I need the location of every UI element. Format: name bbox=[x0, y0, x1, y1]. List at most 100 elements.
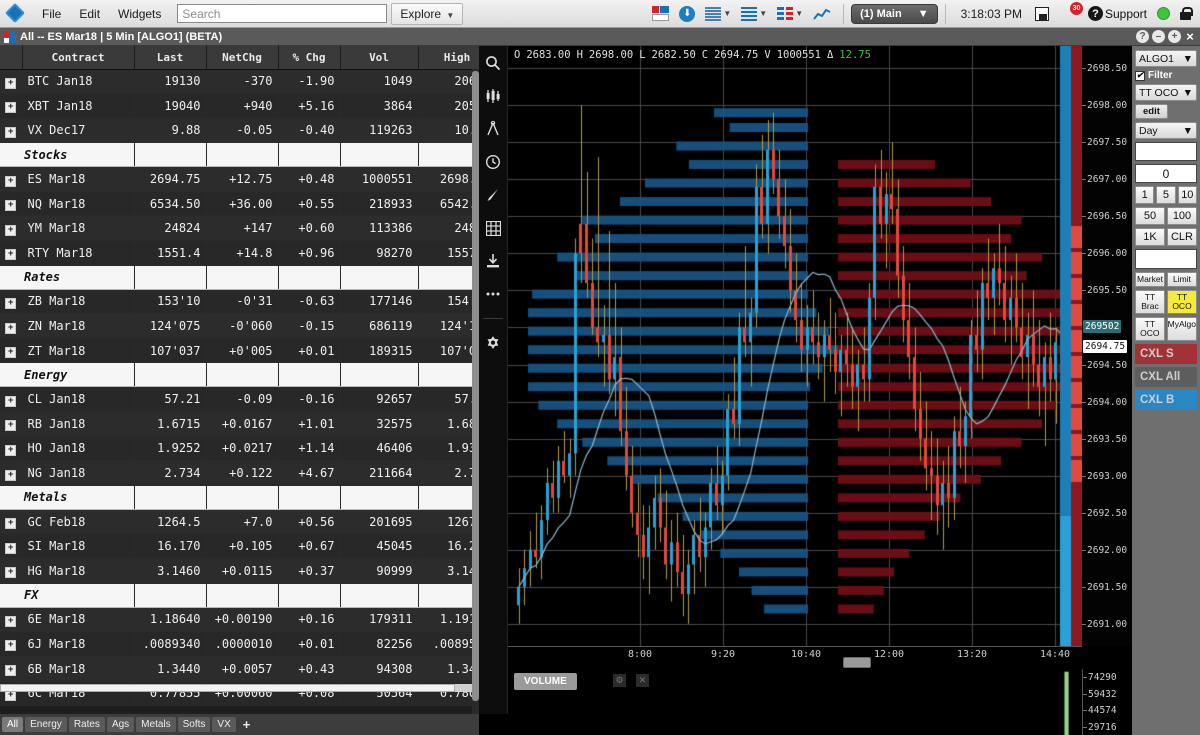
add-grid-tab-button[interactable]: + bbox=[238, 715, 256, 734]
menu-widgets[interactable]: Widgets bbox=[109, 3, 170, 25]
qty-clear-button[interactable]: CLR bbox=[1167, 228, 1197, 246]
grid-tab-all[interactable]: All bbox=[2, 717, 24, 732]
expand-icon[interactable]: + bbox=[5, 175, 17, 187]
edit-button[interactable]: edit bbox=[1135, 104, 1168, 119]
expand-cell[interactable]: + bbox=[0, 118, 23, 144]
expand-cell[interactable]: + bbox=[0, 338, 23, 364]
expand-cell[interactable]: + bbox=[0, 558, 23, 584]
price-axis[interactable]: 2698.50 2698.00 2697.50 2697.00 2696.50 2696.… bbox=[1081, 46, 1132, 646]
window-help-button[interactable]: ? bbox=[1136, 30, 1149, 43]
table-row[interactable]: +RTY Mar181551.4+14.8+0.96982701557.0153… bbox=[0, 240, 479, 266]
order-type-select[interactable]: TT OCO ▼ bbox=[1135, 84, 1197, 101]
expand-icon[interactable]: + bbox=[5, 567, 17, 579]
mail-icon[interactable]: 30 bbox=[1059, 1, 1083, 21]
market-button[interactable]: Market bbox=[1135, 272, 1165, 287]
layout-window-icon[interactable] bbox=[652, 6, 670, 21]
qty-button-5[interactable]: 5 bbox=[1156, 186, 1176, 204]
download-circle-icon[interactable]: ⬇ bbox=[679, 5, 696, 22]
market-grid-icon[interactable]: ▼ bbox=[705, 6, 731, 21]
col-header-netchg[interactable]: NetChg bbox=[206, 46, 279, 70]
grid-tab-metals[interactable]: Metals bbox=[136, 717, 176, 732]
expand-cell[interactable]: + bbox=[0, 166, 23, 192]
grid-horizontal-scrollbar[interactable] bbox=[0, 684, 472, 692]
menu-edit[interactable]: Edit bbox=[70, 3, 109, 25]
volume-pane[interactable]: VOLUME ⚙ ✕ bbox=[508, 669, 1082, 735]
expand-icon[interactable]: + bbox=[5, 102, 17, 114]
cancel-all-button[interactable]: CXL All bbox=[1135, 366, 1197, 387]
chart-icon[interactable] bbox=[813, 7, 831, 21]
expand-cell[interactable]: + bbox=[0, 436, 23, 462]
expand-icon[interactable]: + bbox=[5, 297, 17, 309]
price-input[interactable] bbox=[1135, 142, 1197, 161]
expand-icon[interactable]: + bbox=[5, 518, 17, 530]
grid-tab-ags[interactable]: Ags bbox=[106, 717, 135, 732]
filter-checkbox[interactable]: ✔ Filter bbox=[1135, 70, 1197, 81]
quantity-display[interactable]: 0 bbox=[1135, 164, 1197, 183]
grid-tab-rates[interactable]: Rates bbox=[68, 717, 105, 732]
expand-icon[interactable]: + bbox=[5, 665, 17, 677]
volume-study-label[interactable]: VOLUME bbox=[514, 673, 577, 690]
explore-button[interactable]: Explore ▼ bbox=[391, 2, 464, 25]
expand-icon[interactable]: + bbox=[5, 249, 17, 261]
expand-icon[interactable]: + bbox=[5, 322, 17, 334]
table-row[interactable]: +6B Mar181.3440+0.0057+0.43943081.34791.… bbox=[0, 656, 479, 682]
table-row[interactable]: +YM Mar1824824+147+0.601133862489624693 bbox=[0, 215, 479, 242]
col-header--chg[interactable]: % Chg bbox=[278, 46, 341, 70]
expand-cell[interactable]: + bbox=[0, 509, 23, 535]
grid-tab-softs[interactable]: Softs bbox=[177, 717, 211, 732]
time-scroll-handle[interactable] bbox=[843, 657, 871, 668]
col-header-vol[interactable]: Vol bbox=[340, 46, 419, 70]
expand-cell[interactable]: + bbox=[0, 411, 23, 437]
col-header-high[interactable]: High bbox=[418, 46, 479, 70]
expand-icon[interactable]: + bbox=[5, 420, 17, 432]
expand-icon[interactable]: + bbox=[5, 640, 17, 652]
expand-cell[interactable]: + bbox=[0, 313, 23, 339]
clock-icon[interactable] bbox=[484, 153, 502, 171]
expand-cell[interactable]: + bbox=[0, 631, 23, 657]
window-maximize-button[interactable]: + bbox=[1168, 30, 1181, 43]
tt-brac-button[interactable]: TT Brac bbox=[1135, 289, 1165, 314]
table-row[interactable]: +HO Jan181.9252+0.0217+1.14464061.93951.… bbox=[0, 436, 479, 462]
candlestick-icon[interactable] bbox=[484, 87, 502, 105]
expand-icon[interactable]: + bbox=[5, 542, 17, 554]
qty-button-1k[interactable]: 1K bbox=[1135, 228, 1165, 246]
expand-icon[interactable]: + bbox=[5, 224, 17, 236]
expand-icon[interactable]: + bbox=[5, 347, 17, 359]
secondary-price-input[interactable] bbox=[1135, 249, 1197, 269]
tif-select[interactable]: Day ▼ bbox=[1135, 122, 1197, 139]
grid-vertical-scrollbar[interactable] bbox=[472, 69, 479, 714]
qty-button-10[interactable]: 10 bbox=[1177, 186, 1197, 204]
table-row[interactable]: + ES Mar182694.75+12.75+0.4810005512698.0… bbox=[0, 166, 479, 192]
expand-cell[interactable]: + bbox=[0, 93, 23, 119]
download-icon[interactable] bbox=[484, 252, 502, 270]
price-canvas[interactable] bbox=[508, 46, 1082, 646]
expand-icon[interactable]: + bbox=[5, 395, 17, 407]
qty-button-50[interactable]: 50 bbox=[1135, 207, 1165, 225]
expand-cell[interactable]: + bbox=[0, 215, 23, 242]
expand-cell[interactable]: + bbox=[0, 240, 23, 266]
expand-icon[interactable]: + bbox=[5, 444, 17, 456]
ladder-icon[interactable]: ▼ bbox=[777, 6, 803, 21]
algo-select[interactable]: ALGO1 ▼ bbox=[1135, 50, 1197, 67]
grid-tab-vx[interactable]: VX bbox=[212, 717, 236, 732]
expand-cell[interactable]: + bbox=[0, 607, 23, 633]
table-row[interactable]: +VX Dec179.88-0.05-0.4011926310.009.60 bbox=[0, 118, 479, 144]
expand-icon[interactable]: + bbox=[5, 615, 17, 627]
time-axis[interactable]: 8:00 9:20 10:40 12:00 13:20 14:40 bbox=[508, 646, 1082, 668]
price-chart-plot[interactable] bbox=[508, 46, 1082, 646]
order-book-icon[interactable]: ▼ bbox=[741, 6, 767, 21]
more-icon[interactable] bbox=[484, 285, 502, 303]
table-row[interactable]: +GC Feb181264.5+7.0+0.562016951267.01255… bbox=[0, 509, 479, 535]
expand-cell[interactable]: + bbox=[0, 191, 23, 217]
drawing-tools-icon[interactable] bbox=[484, 120, 502, 138]
table-row[interactable]: + ZN Mar18124'075-0'060-0.15686119124'135… bbox=[0, 313, 479, 339]
workspace-dropdown[interactable]: (1) Main ▼ bbox=[851, 3, 938, 24]
expand-cell[interactable]: + bbox=[0, 533, 23, 559]
lock-icon[interactable] bbox=[1180, 7, 1193, 20]
myalgo-button[interactable]: MyAlgo bbox=[1166, 316, 1197, 341]
qty-button-1[interactable]: 1 bbox=[1135, 186, 1155, 204]
table-row[interactable]: +6J Mar18.0089340.0000010 +0.01 82256.0089… bbox=[0, 631, 479, 657]
col-header-last[interactable]: Last bbox=[134, 46, 207, 70]
volume-settings-icon[interactable]: ⚙ bbox=[613, 674, 626, 687]
grid-tab-energy[interactable]: Energy bbox=[25, 717, 67, 732]
